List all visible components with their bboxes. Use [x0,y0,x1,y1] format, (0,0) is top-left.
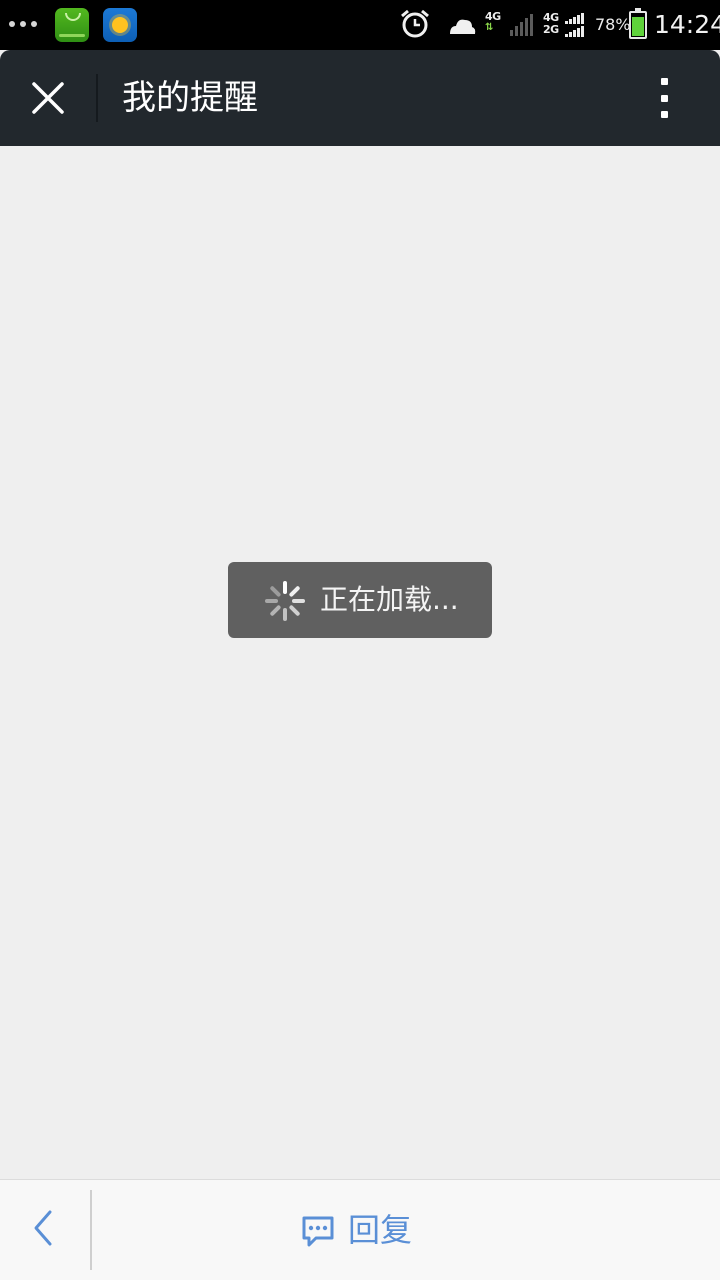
title-bar: 我的提醒 [0,50,720,146]
network-type-label: 4G ⇅ [485,10,501,33]
chevron-left-icon[interactable] [22,1204,66,1252]
overflow-dots-icon [9,21,37,27]
weather-app-icon [103,8,137,42]
loading-toast: 正在加载... [228,562,492,638]
reply-label: 回复 [348,1211,413,1249]
status-bar: 4G ⇅ 4G 2G 78% 14:24 [0,0,720,50]
cloud-sync-icon [450,19,476,34]
title-divider [96,74,98,122]
loading-text: 正在加载... [320,583,459,616]
chat-bubble-icon [302,1216,334,1247]
bottom-divider [90,1190,92,1270]
battery-icon [629,8,647,39]
content-area: 正在加载... [0,146,720,1179]
more-vertical-icon[interactable] [644,74,684,122]
signal-icon [510,12,533,36]
page-title: 我的提醒 [122,78,258,118]
spinner-icon [265,581,305,621]
status-time: 14:24 [654,10,720,39]
reply-button[interactable]: 回复 [300,1206,430,1254]
close-icon[interactable] [24,74,72,122]
dual-network-label: 4G 2G [543,11,559,36]
app-market-icon [55,8,89,42]
signal-mini-icon [565,13,584,24]
bottom-bar: 回复 [0,1179,720,1280]
signal-mini-icon-2 [565,26,584,37]
battery-percent: 78% [595,15,631,34]
alarm-icon [401,9,429,38]
